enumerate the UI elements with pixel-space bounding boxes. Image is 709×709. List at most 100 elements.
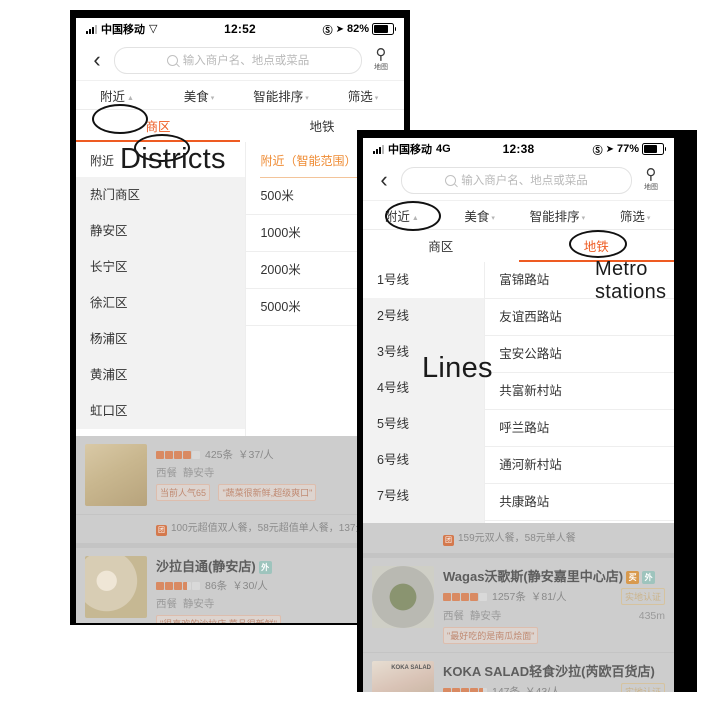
list-item[interactable]: 沙拉自通(静安店)外 86条 ￥30/人 西餐 静安寺 "很喜欢的沙拉店,菜品很… bbox=[76, 543, 404, 623]
list-item[interactable]: 4号线 bbox=[363, 370, 484, 406]
business-area: 静安寺 bbox=[182, 598, 215, 610]
list-item[interactable]: 黄浦区 bbox=[76, 357, 245, 393]
filter-sort[interactable]: 智能排序 ▾ bbox=[240, 86, 322, 105]
tab-metro[interactable]: 地铁 bbox=[519, 236, 675, 255]
location-arrow-icon: ➤ bbox=[605, 143, 614, 155]
filter-sort-label: 智能排序 bbox=[529, 209, 580, 224]
filter-food[interactable]: 美食 ▾ bbox=[441, 206, 519, 225]
business-deal[interactable]: 团 100元超值双人餐，58元超值单人餐，137元… bbox=[76, 515, 404, 543]
at-icon: Ⓢ bbox=[592, 145, 603, 157]
tab-row-right: 商区 地铁 bbox=[363, 230, 674, 260]
chevron-down-icon: ▾ bbox=[305, 94, 309, 102]
avg-price: ￥37/人 bbox=[238, 449, 274, 461]
tab-row-left: 商区 地铁 bbox=[76, 110, 404, 140]
list-item[interactable]: 通河新村站 bbox=[485, 447, 674, 484]
search-icon bbox=[445, 174, 457, 186]
metro-panel: 1号线 2号线 3号线 4号线 5号线 6号线 7号线 8号线 富锦路站 友谊西… bbox=[363, 262, 674, 534]
filter-nearby[interactable]: 附近 ▲ bbox=[363, 206, 441, 225]
business-rating-row: 1257条 ￥81/人 实地认证 bbox=[443, 588, 665, 605]
search-input[interactable]: 输入商户名、地点或菜品 bbox=[114, 46, 362, 74]
list-item[interactable]: 静安区 bbox=[76, 213, 245, 249]
chevron-down-icon: ▾ bbox=[491, 214, 495, 222]
star-rating bbox=[156, 581, 200, 590]
back-chevron-icon[interactable]: ‹ bbox=[371, 169, 397, 191]
list-item[interactable]: 呼兰路站 bbox=[485, 410, 674, 447]
phone-screen-left: 中国移动 ▽ 12:52 Ⓢ ➤ 82% ‹ 输入商户名、地点或菜品 ⚲ 地图 bbox=[76, 18, 404, 623]
status-bar-left: 中国移动 ▽ 12:52 Ⓢ ➤ 82% bbox=[76, 18, 404, 40]
list-item[interactable]: 宝安公路站 bbox=[485, 336, 674, 373]
star-rating bbox=[443, 592, 487, 601]
tab-business-district[interactable]: 商区 bbox=[363, 236, 519, 255]
back-chevron-icon[interactable]: ‹ bbox=[84, 49, 110, 71]
caret-up-icon: ▲ bbox=[127, 94, 134, 102]
chevron-down-icon: ▾ bbox=[210, 94, 215, 102]
business-name: KOKA SALAD轻食沙拉(芮欧百货店) bbox=[443, 664, 655, 679]
search-row-right: ‹ 输入商户名、地点或菜品 ⚲ 地图 bbox=[363, 160, 674, 200]
business-info: KOKA SALAD轻食沙拉(芮欧百货店) 147条 ￥43/人 实地认证 bbox=[434, 661, 665, 692]
list-item[interactable]: 2号线 bbox=[363, 298, 484, 334]
avg-price: ￥30/人 bbox=[232, 580, 268, 592]
review-count: 425条 bbox=[205, 449, 234, 461]
business-list-right: 团 159元双人餐，58元单人餐 Wagas沃歌斯(静安嘉里中心店) 买外 1257… bbox=[363, 523, 674, 692]
list-item[interactable]: 共富新村站 bbox=[485, 373, 674, 410]
business-area: 静安寺 bbox=[182, 467, 215, 479]
list-item[interactable]: 425条 ￥37/人 西餐 静安寺 当前人气65 "蔬菜很新鲜,超级爽口" bbox=[76, 436, 404, 515]
business-category: 西餐 bbox=[156, 467, 177, 479]
business-thumbnail: KOKA SALAD bbox=[372, 661, 434, 692]
location-arrow-icon: ➤ bbox=[335, 23, 344, 35]
list-item[interactable]: 富锦路站 bbox=[485, 262, 674, 299]
filter-more[interactable]: 筛选 ▾ bbox=[596, 206, 674, 225]
list-item[interactable]: Wagas沃歌斯(静安嘉里中心店) 买外 1257条 ￥81/人 实地认证 西餐 … bbox=[363, 553, 674, 653]
map-pin-icon: ⚲ bbox=[375, 46, 387, 63]
district-range-panel: 附近 热门商区 静安区 长宁区 徐汇区 杨浦区 黄浦区 虹口区 附近（智能范围）… bbox=[76, 142, 404, 439]
tab-business-district[interactable]: 商区 bbox=[76, 116, 240, 135]
metro-lines-list: 2号线 3号线 4号线 5号线 6号线 7号线 8号线 bbox=[363, 298, 485, 534]
map-button[interactable]: ⚲ 地图 bbox=[636, 166, 666, 192]
filter-food-label: 美食 bbox=[183, 89, 209, 104]
filter-nearby-label: 附近 bbox=[100, 89, 126, 104]
caret-up-icon: ▲ bbox=[411, 214, 419, 222]
list-item[interactable]: 徐汇区 bbox=[76, 285, 245, 321]
filter-food[interactable]: 美食 ▾ bbox=[158, 86, 240, 105]
list-item[interactable]: 虹口区 bbox=[76, 393, 245, 429]
list-item[interactable]: 热门商区 bbox=[76, 177, 245, 213]
list-item[interactable]: 1号线 bbox=[363, 262, 485, 298]
map-pin-icon: ⚲ bbox=[645, 166, 657, 183]
list-item[interactable]: 5号线 bbox=[363, 406, 484, 442]
search-input[interactable]: 输入商户名、地点或菜品 bbox=[401, 166, 632, 194]
filter-sort[interactable]: 智能排序 ▾ bbox=[519, 206, 597, 225]
at-icon: Ⓢ bbox=[322, 25, 333, 37]
phone-frame-right: 中国移动 4G 12:38 Ⓢ ➤ 77% ‹ 输入商户名、地点或菜品 ⚲ 地图 bbox=[357, 130, 697, 692]
business-category: 西餐 bbox=[443, 610, 464, 622]
filter-more[interactable]: 筛选 ▾ bbox=[322, 86, 404, 105]
search-icon bbox=[166, 54, 178, 66]
deal-text: 159元双人餐，58元单人餐 bbox=[458, 533, 576, 544]
group-deal-icon: 团 bbox=[443, 535, 454, 546]
list-item[interactable]: KOKA SALAD KOKA SALAD轻食沙拉(芮欧百货店) 147条 ￥4… bbox=[363, 653, 674, 692]
list-item[interactable]: 长宁区 bbox=[76, 249, 245, 285]
deal-text: 100元超值双人餐，58元超值单人餐，137元… bbox=[171, 523, 376, 534]
business-thumbnail bbox=[372, 566, 434, 628]
business-name-text: 沙拉自通(静安店) bbox=[156, 559, 256, 574]
review-count: 86条 bbox=[205, 580, 228, 592]
map-button[interactable]: ⚲ 地图 bbox=[366, 46, 396, 72]
filter-nearby[interactable]: 附近 ▲ bbox=[76, 86, 158, 105]
districts-list: 热门商区 静安区 长宁区 徐汇区 杨浦区 黄浦区 虹口区 bbox=[76, 177, 246, 429]
list-item[interactable]: 3号线 bbox=[363, 334, 484, 370]
search-placeholder: 输入商户名、地点或菜品 bbox=[182, 55, 310, 67]
list-item[interactable]: 6号线 bbox=[363, 442, 484, 478]
battery-percent: 77% bbox=[616, 143, 639, 155]
filter-row-right: 附近 ▲ 美食 ▾ 智能排序 ▾ 筛选 ▾ bbox=[363, 200, 674, 230]
business-category: 西餐 bbox=[156, 598, 177, 610]
business-tags: "最好吃的是南瓜烩面" bbox=[443, 623, 665, 644]
tag: "最好吃的是南瓜烩面" bbox=[443, 627, 539, 644]
list-item[interactable]: 杨浦区 bbox=[76, 321, 245, 357]
business-deal[interactable]: 团 159元双人餐，58元单人餐 bbox=[363, 523, 674, 553]
group-deal-icon: 团 bbox=[156, 525, 167, 536]
phone-screen-right: 中国移动 4G 12:38 Ⓢ ➤ 77% ‹ 输入商户名、地点或菜品 ⚲ 地图 bbox=[363, 138, 674, 692]
list-item[interactable]: 7号线 bbox=[363, 478, 484, 514]
filter-sort-label: 智能排序 bbox=[253, 89, 304, 104]
metro-stations-column: 富锦路站 友谊西路站 宝安公路站 共富新村站 呼兰路站 通河新村站 共康路站 彭… bbox=[484, 262, 674, 534]
list-item[interactable]: 友谊西路站 bbox=[485, 299, 674, 336]
list-item[interactable]: 共康路站 bbox=[485, 484, 674, 521]
